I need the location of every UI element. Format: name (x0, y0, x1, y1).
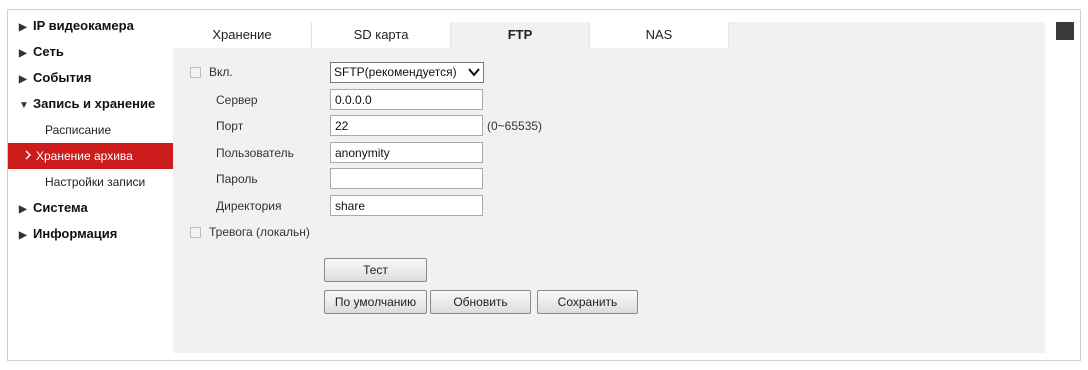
tab-ftp[interactable]: FTP (451, 22, 590, 48)
collapse-arrow-icon: ▼ (19, 100, 29, 111)
password-input[interactable] (330, 168, 483, 189)
port-label: Порт (216, 119, 244, 133)
sidebar-item-system[interactable]: ▶ Система (17, 195, 175, 221)
expand-arrow-icon: ▶ (19, 48, 27, 59)
expand-arrow-icon: ▶ (19, 22, 27, 33)
directory-label: Директория (216, 199, 282, 213)
sidebar-subitem-archive-storage[interactable]: Хранение архива (8, 143, 175, 169)
password-label: Пароль (216, 172, 258, 186)
sidebar-item-information[interactable]: ▶ Информация (17, 221, 175, 247)
save-button[interactable]: Сохранить (537, 290, 638, 314)
sidebar-item-ip-camera[interactable]: ▶ IP видеокамера (17, 13, 175, 39)
test-button[interactable]: Тест (324, 258, 427, 282)
enable-checkbox[interactable] (190, 66, 201, 78)
tab-nas[interactable]: NAS (590, 22, 729, 48)
tab-storage[interactable]: Хранение (173, 22, 312, 48)
port-input[interactable] (330, 115, 483, 136)
tab-sd-card[interactable]: SD карта (312, 22, 451, 48)
sidebar-subitem-record-settings[interactable]: Настройки записи (17, 169, 175, 195)
sidebar-item-network[interactable]: ▶ Сеть (17, 39, 175, 65)
chevron-down-icon (468, 68, 480, 77)
default-button[interactable]: По умолчанию (324, 290, 427, 314)
sidebar-item-label: Информация (33, 226, 118, 241)
refresh-button[interactable]: Обновить (430, 290, 531, 314)
sidebar-subitem-label: Настройки записи (45, 175, 146, 189)
user-input[interactable] (330, 142, 483, 163)
expand-arrow-icon: ▶ (19, 230, 27, 241)
sidebar-item-label: События (33, 70, 92, 85)
alarm-label: Тревога (локальн) (209, 225, 310, 239)
tab-bar: Хранение SD карта FTP NAS (173, 22, 729, 48)
alarm-checkbox[interactable] (190, 226, 201, 238)
user-label: Пользователь (216, 146, 294, 160)
sidebar-subitem-label: Хранение архива (36, 149, 133, 163)
content-panel: Хранение SD карта FTP NAS Вкл. SFTP(реко… (173, 22, 1045, 353)
enable-label: Вкл. (209, 65, 233, 79)
sidebar-item-events[interactable]: ▶ События (17, 65, 175, 91)
port-range-hint: (0~65535) (487, 119, 543, 133)
server-label: Сервер (216, 93, 258, 107)
enable-row: Вкл. (190, 61, 233, 83)
directory-input[interactable] (330, 195, 483, 216)
server-input[interactable] (330, 89, 483, 110)
sidebar-item-label: IP видеокамера (33, 18, 134, 33)
expand-arrow-icon: ▶ (19, 204, 27, 215)
protocol-select[interactable]: SFTP(рекомендуется) (330, 62, 484, 83)
sidebar-item-recording-storage[interactable]: ▼ Запись и хранение (17, 91, 175, 117)
dark-square-icon[interactable] (1056, 22, 1074, 40)
sidebar-subitem-label: Расписание (45, 123, 112, 137)
sidebar-item-label: Система (33, 200, 88, 215)
sidebar: ▶ IP видеокамера ▶ Сеть ▶ События ▼ Запись и… (8, 13, 175, 247)
sidebar-item-label: Запись и хранение (33, 96, 156, 111)
protocol-select-value: SFTP(рекомендуется) (334, 65, 457, 79)
sidebar-item-label: Сеть (33, 44, 64, 59)
expand-arrow-icon: ▶ (19, 74, 27, 85)
alarm-row: Тревога (локальн) (190, 221, 310, 243)
chevron-right-icon (24, 143, 34, 169)
sidebar-subitem-schedule[interactable]: Расписание (17, 117, 175, 143)
